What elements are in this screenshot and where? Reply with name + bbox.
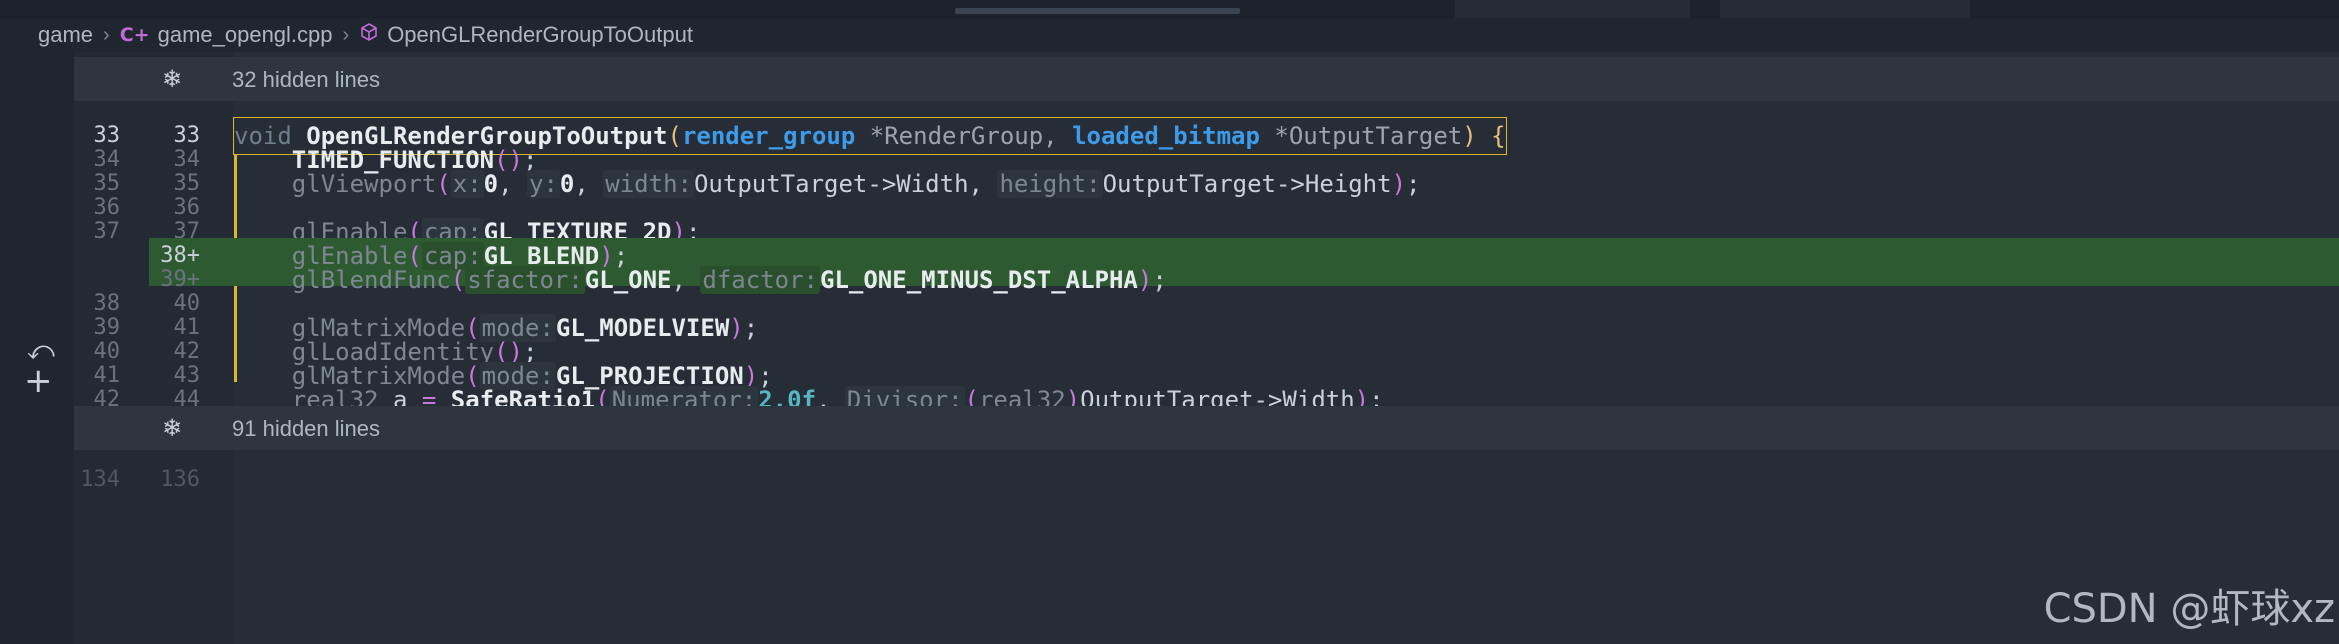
top-strip xyxy=(0,0,2339,18)
hidden-lines-label: 91 hidden lines xyxy=(232,416,381,441)
chevron-right-icon: › xyxy=(342,23,350,46)
unfold-icon[interactable]: ❄ xyxy=(162,414,182,442)
breadcrumb-folder[interactable]: game xyxy=(38,22,93,48)
horizontal-scrollbar[interactable] xyxy=(955,8,1240,14)
diff-editor[interactable]: ❄ 32 hidden lines 33 33 void OpenGLRende… xyxy=(74,52,2339,644)
tab-strip-segment xyxy=(1455,0,1690,18)
cpp-file-icon: C+ xyxy=(119,24,150,46)
stage-change-icon[interactable]: + xyxy=(24,364,53,398)
breadcrumb: game › C+ game_opengl.cpp › OpenGLRender… xyxy=(0,18,2339,52)
breadcrumb-file[interactable]: game_opengl.cpp xyxy=(158,22,333,48)
unfold-icon[interactable]: ❄ xyxy=(162,65,182,93)
tab-strip-segment xyxy=(1720,0,1970,18)
old-line-number: 134 xyxy=(80,467,120,492)
hidden-lines-label: 32 hidden lines xyxy=(232,67,381,92)
watermark: CSDN @虾球xz xyxy=(2043,586,2335,632)
symbol-method-icon xyxy=(359,22,379,48)
diff-action-gutter: ⤺ + xyxy=(0,52,74,644)
hidden-lines-fold[interactable]: ❄ 32 hidden lines xyxy=(74,57,2339,101)
chevron-right-icon: › xyxy=(103,23,110,46)
hidden-lines-fold[interactable]: ❄ 91 hidden lines xyxy=(74,406,2339,450)
code-line[interactable]: 134 136 xyxy=(74,462,2339,498)
breadcrumb-symbol[interactable]: OpenGLRenderGroupToOutput xyxy=(387,22,693,48)
new-line-number: 136 xyxy=(160,467,200,492)
